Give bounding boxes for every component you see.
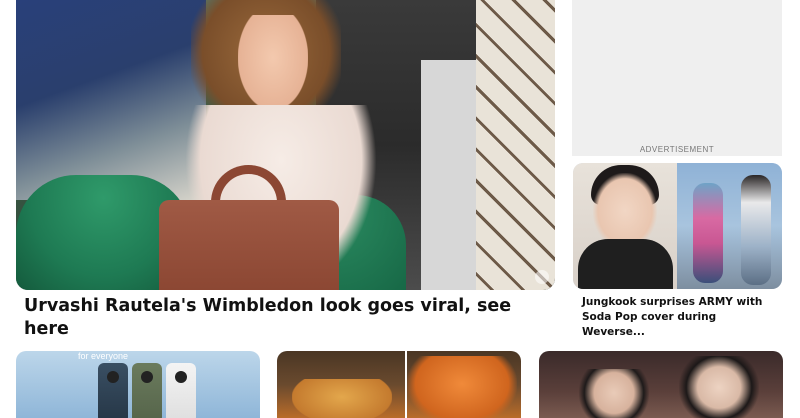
bottom-card-drama[interactable]: [539, 351, 783, 418]
samosa-plate: [292, 379, 392, 418]
camera-icon: [107, 371, 119, 383]
animated-character: [693, 183, 723, 283]
hero-story-image[interactable]: [16, 0, 555, 290]
bottom-card-food[interactable]: [277, 351, 521, 418]
actor-face: [679, 356, 759, 418]
advertisement-slot[interactable]: [572, 0, 782, 156]
advertisement-label: ADVERTISEMENT: [639, 145, 715, 154]
camera-icon: [141, 371, 153, 383]
side-story-image[interactable]: [573, 163, 782, 289]
bottom-card-phones[interactable]: for everyone: [16, 351, 260, 418]
crowd-background: [16, 0, 206, 200]
side-story-headline[interactable]: Jungkook surprises ARMY with Soda Pop co…: [582, 295, 777, 340]
animated-character: [741, 175, 771, 285]
hero-headline[interactable]: Urvashi Rautela's Wimbledon look goes vi…: [24, 295, 544, 341]
person-right: [476, 0, 555, 290]
camera-icon: [175, 371, 187, 383]
woman-face: [238, 15, 308, 110]
person-body: [578, 239, 673, 289]
person-face: [593, 173, 657, 249]
image-badge-icon: [535, 270, 549, 284]
handbag: [159, 200, 339, 290]
actress-face: [579, 369, 649, 418]
sweets-bowl: [407, 356, 517, 418]
card-tagline: for everyone: [78, 351, 129, 361]
